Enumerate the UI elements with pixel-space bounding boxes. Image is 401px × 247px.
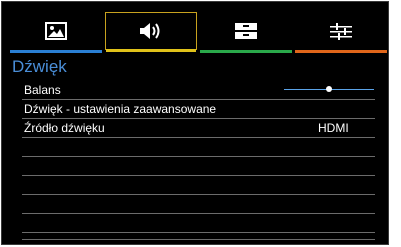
menu-item-empty	[22, 138, 375, 157]
menu-title: Dźwięk	[12, 57, 67, 76]
balance-slider-thumb[interactable]	[326, 86, 332, 92]
menu-item-empty	[22, 195, 375, 214]
equalizer-icon	[330, 23, 352, 40]
tab-underline	[10, 50, 102, 53]
menu-item-value: HDMI	[318, 121, 349, 135]
settings-icon	[235, 23, 257, 39]
menu-item-balance[interactable]: Balans	[22, 81, 375, 100]
menu-item-empty	[22, 157, 375, 176]
menu-item-empty	[22, 230, 375, 240]
tab-underline	[295, 50, 387, 53]
speaker-icon	[140, 23, 160, 39]
menu-item-advanced-sound[interactable]: Dźwięk - ustawienia zaawansowane	[22, 100, 375, 119]
menu-item-label: Balans	[24, 83, 61, 97]
tab-underline	[106, 49, 196, 52]
picture-icon	[45, 22, 67, 40]
tab-underline	[200, 50, 292, 53]
menu-item-label: Źródło dźwięku	[24, 121, 105, 135]
menu-item-audio-source[interactable]: Źródło dźwięku HDMI	[22, 119, 375, 138]
tv-osd-menu: Dźwięk Balans Dźwięk - ustawienia zaawan…	[1, 1, 389, 245]
tab-bar	[10, 12, 387, 55]
menu-item-label: Dźwięk - ustawienia zaawansowane	[24, 102, 217, 116]
tab-picture[interactable]	[10, 12, 102, 53]
menu-item-empty	[22, 176, 375, 195]
tab-settings[interactable]	[200, 12, 292, 53]
tab-sound[interactable]	[105, 12, 197, 52]
tab-equalizer[interactable]	[295, 12, 387, 53]
